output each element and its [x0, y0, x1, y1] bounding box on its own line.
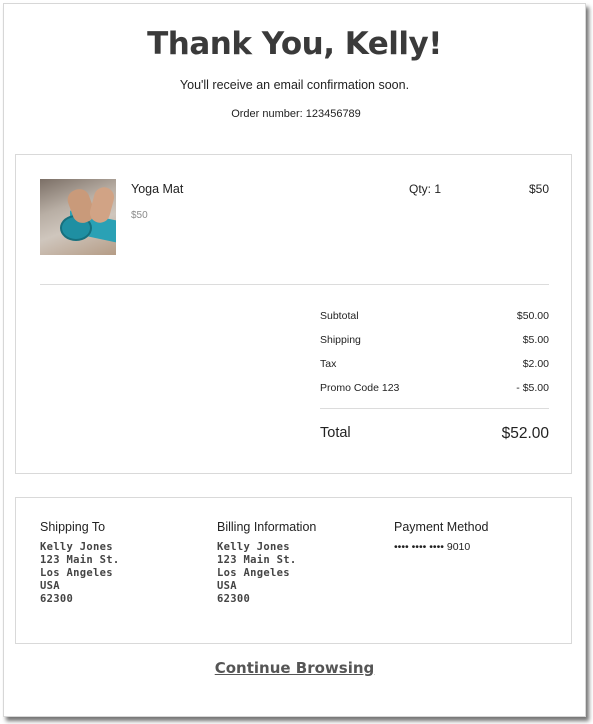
customer-info-card: Shipping To Kelly Jones 123 Main St. Los…: [15, 497, 572, 644]
payment-heading: Payment Method: [394, 520, 489, 534]
billing-country: USA: [217, 580, 237, 592]
total-row: Total $52.00: [320, 425, 549, 443]
yoga-mat-image: [40, 179, 116, 255]
summary-value: $5.00: [522, 334, 549, 346]
order-number: Order number: 123456789: [4, 108, 585, 120]
total-label: Total: [320, 425, 351, 441]
summary-row-subtotal: Subtotal $50.00: [320, 310, 549, 334]
shipping-city: Los Angeles: [40, 567, 113, 579]
order-confirmation-page: Thank You, Kelly! You'll receive an emai…: [3, 3, 586, 717]
order-number-value: 123456789: [305, 108, 361, 120]
item-name: Yoga Mat: [131, 182, 184, 196]
billing-section: Billing Information Kelly Jones 123 Main…: [217, 520, 316, 606]
billing-zip: 62300: [217, 593, 251, 605]
summary-row-promo: Promo Code 123 - $5.00: [320, 382, 549, 406]
shipping-zip: 62300: [40, 593, 74, 605]
continue-section: Continue Browsing: [4, 659, 585, 678]
order-summary-card: Yoga Mat $50 Qty: 1 $50 Subtotal $50.00 …: [15, 154, 572, 474]
summary-label: Shipping: [320, 334, 361, 346]
item-divider: [40, 284, 549, 285]
billing-heading: Billing Information: [217, 520, 317, 534]
billing-city: Los Angeles: [217, 567, 290, 579]
payment-card: •••• •••• •••• 9010: [394, 541, 489, 553]
billing-street: 123 Main St.: [217, 554, 297, 566]
shipping-street: 123 Main St.: [40, 554, 120, 566]
confirmation-message: You'll receive an email confirmation soo…: [179, 78, 410, 92]
page-title: Thank You, Kelly!: [147, 26, 442, 62]
item-quantity: Qty: 1: [409, 182, 442, 196]
card-last4: 9010: [446, 541, 471, 553]
payment-section: Payment Method •••• •••• •••• 9010: [394, 520, 489, 553]
item-unit-price: $50: [131, 210, 148, 221]
total-value: $52.00: [501, 425, 549, 442]
shipping-heading: Shipping To: [40, 520, 106, 534]
shipping-name: Kelly Jones: [40, 541, 113, 553]
summary-label: Tax: [320, 358, 337, 370]
shipping-country: USA: [40, 580, 60, 592]
summary-row-shipping: Shipping $5.00: [320, 334, 549, 358]
continue-browsing-link[interactable]: Continue Browsing: [215, 659, 375, 677]
summary-value: - $5.00: [516, 382, 549, 394]
summary-divider: [320, 408, 549, 409]
summary-label: Promo Code 123: [320, 382, 400, 394]
cost-summary: Subtotal $50.00 Shipping $5.00 Tax $2.00…: [320, 310, 549, 443]
order-number-label: Order number:: [231, 108, 303, 120]
shipping-section: Shipping To Kelly Jones 123 Main St. Los…: [40, 520, 119, 606]
card-mask: •••• •••• ••••: [394, 541, 444, 553]
summary-value: $50.00: [516, 310, 549, 322]
billing-name: Kelly Jones: [217, 541, 290, 553]
summary-value: $2.00: [522, 358, 549, 370]
item-line-total: $50: [528, 182, 549, 196]
summary-row-tax: Tax $2.00: [320, 358, 549, 382]
summary-label: Subtotal: [320, 310, 359, 322]
